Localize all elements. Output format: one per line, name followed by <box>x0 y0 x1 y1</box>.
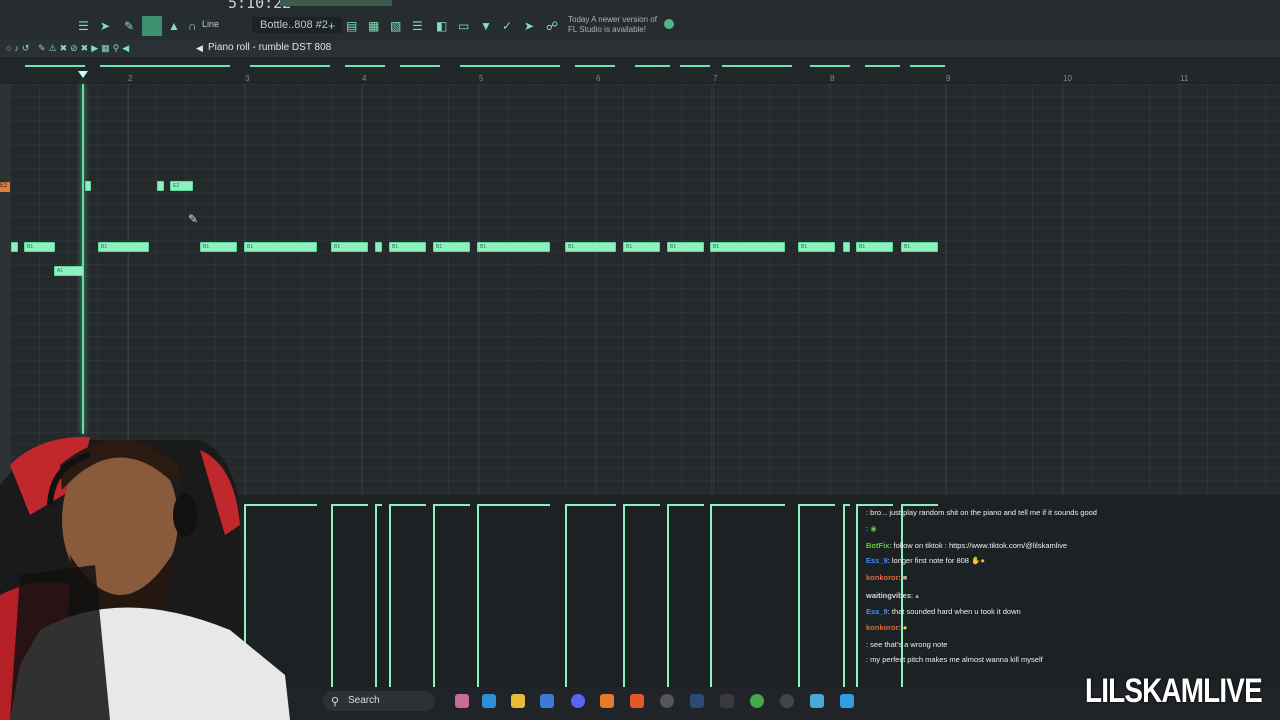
bar-line <box>713 84 714 494</box>
file-icon[interactable]: ▭ <box>458 19 469 33</box>
pencil-icon[interactable]: ✎ <box>124 19 134 33</box>
bar-line <box>946 84 947 494</box>
piano-roll-icon[interactable]: ▦ <box>368 19 379 33</box>
note[interactable]: B1 <box>331 242 368 252</box>
wrench-icon[interactable]: ✓ <box>502 19 512 33</box>
bar-number: 10 <box>1063 74 1072 83</box>
chat-message: konkoror: ■ <box>866 573 908 582</box>
speaker-icon[interactable]: ◀ <box>196 43 203 54</box>
note[interactable]: E2 <box>170 181 193 191</box>
note[interactable]: B1 <box>710 242 785 252</box>
bar-line <box>362 84 363 494</box>
note[interactable]: B1 <box>200 242 237 252</box>
search-icon: ⚲ <box>331 696 340 708</box>
update-hint[interactable]: Today A newer version of FL Studio is av… <box>568 15 668 35</box>
note[interactable]: B1 <box>24 242 55 252</box>
stamp-icon[interactable]: ▲ <box>168 19 180 33</box>
bar-number: 5 <box>479 74 484 83</box>
copilot-icon[interactable] <box>482 694 496 708</box>
playhead-marker-icon[interactable] <box>78 71 88 78</box>
snap-mode-label[interactable]: Line <box>202 19 219 29</box>
bar-number: 7 <box>713 74 718 83</box>
bar-number: 6 <box>596 74 601 83</box>
photos-icon[interactable] <box>840 694 854 708</box>
chat-message: konkoror: ● <box>866 623 908 632</box>
note[interactable]: B1 <box>623 242 660 252</box>
chat-message: waitingvibes: ▴ <box>866 591 919 600</box>
piano-roll-tool-icons[interactable]: ○♪↺ ✎⚠✖⊘✖▶▦⚲◀ <box>6 43 132 54</box>
magnet-icon[interactable]: ∩ <box>188 19 197 33</box>
obs-icon[interactable] <box>660 694 674 708</box>
bar-number: 11 <box>1180 74 1189 83</box>
note[interactable]: B1 <box>389 242 426 252</box>
note[interactable] <box>375 242 382 252</box>
chat-message: : bro... just play random shit on the pi… <box>866 508 1097 517</box>
bar-number: 2 <box>128 74 133 83</box>
browser-icon[interactable]: ◧ <box>436 19 447 33</box>
add-pattern-icon[interactable]: + <box>328 19 335 33</box>
mouse-cursor-icon: ✎ <box>188 212 199 226</box>
bar-number: 9 <box>946 74 951 83</box>
note[interactable]: A1 <box>54 266 84 276</box>
4k-app-icon[interactable] <box>780 694 794 708</box>
bar-number: 8 <box>830 74 835 83</box>
hamburger-menu-icon[interactable]: ☰ <box>78 19 89 33</box>
note[interactable]: B1 <box>244 242 317 252</box>
piano-roll-toolbar <box>0 40 1280 57</box>
chat-message: : ◉ <box>866 524 877 533</box>
chrome-icon[interactable] <box>750 694 764 708</box>
plugin-icon[interactable]: ▼ <box>480 19 492 33</box>
note[interactable]: B1 <box>798 242 835 252</box>
note[interactable]: B1 <box>433 242 470 252</box>
note[interactable] <box>157 181 164 191</box>
bar-line <box>1063 84 1064 494</box>
timeline-ruler[interactable]: 2 3 4 5 6 7 8 9 10 11 <box>0 62 1280 83</box>
piano-roll-title: Piano roll - rumble DST 808 <box>208 42 332 53</box>
note[interactable] <box>843 242 850 252</box>
bar-line <box>479 84 480 494</box>
bar-line <box>1180 84 1181 494</box>
store-icon[interactable] <box>540 694 554 708</box>
note[interactable]: B1 <box>667 242 704 252</box>
link-toggle-button[interactable] <box>142 16 162 36</box>
note[interactable]: B1 <box>98 242 149 252</box>
hint-title: Today <box>568 15 590 24</box>
master-waveform <box>280 0 392 6</box>
chat-message: Ess_9: that sounded hard when u took it … <box>866 607 1021 616</box>
app-icon[interactable] <box>720 694 734 708</box>
channel-rack-icon[interactable]: ▧ <box>390 19 401 33</box>
channel-watermark: LILSKAMLIVE <box>1085 672 1263 710</box>
globe-icon[interactable] <box>664 19 674 29</box>
bar-number: 4 <box>362 74 367 83</box>
key-label: E2 <box>0 183 8 189</box>
discord-icon[interactable] <box>571 694 585 708</box>
file-explorer-icon[interactable] <box>511 694 525 708</box>
chat-message: : see that's a wrong note <box>866 640 948 649</box>
bar-line <box>596 84 597 494</box>
fl-studio-icon[interactable] <box>600 694 614 708</box>
chat-message: Ess_9: longer first note for 808 ✋● <box>866 556 985 565</box>
streamer-webcam <box>0 436 290 720</box>
play-arrow-icon[interactable]: ➤ <box>100 19 110 33</box>
steam-icon[interactable] <box>690 694 704 708</box>
note[interactable]: B1 <box>477 242 550 252</box>
note[interactable] <box>11 242 18 252</box>
cart-icon[interactable]: ☍ <box>546 19 558 33</box>
flowers-app-icon[interactable] <box>455 694 469 708</box>
note[interactable]: B1 <box>901 242 938 252</box>
chat-message: : my perfect pitch makes me almost wanna… <box>866 655 1043 664</box>
taskbar-search[interactable]: Search <box>323 691 435 711</box>
mixer-icon[interactable]: ☰ <box>412 19 423 33</box>
notepad-icon[interactable] <box>810 694 824 708</box>
playhead[interactable] <box>82 84 84 434</box>
note[interactable]: B1 <box>856 242 893 252</box>
send-icon[interactable]: ➤ <box>524 19 534 33</box>
brave-icon[interactable] <box>630 694 644 708</box>
playlist-icon[interactable]: ▤ <box>346 19 357 33</box>
note[interactable] <box>85 181 91 191</box>
chat-message: BotFix: follow on tiktok : https://www.t… <box>866 541 1068 550</box>
note[interactable]: B1 <box>565 242 616 252</box>
bar-number: 3 <box>245 74 250 83</box>
bar-line <box>830 84 831 494</box>
